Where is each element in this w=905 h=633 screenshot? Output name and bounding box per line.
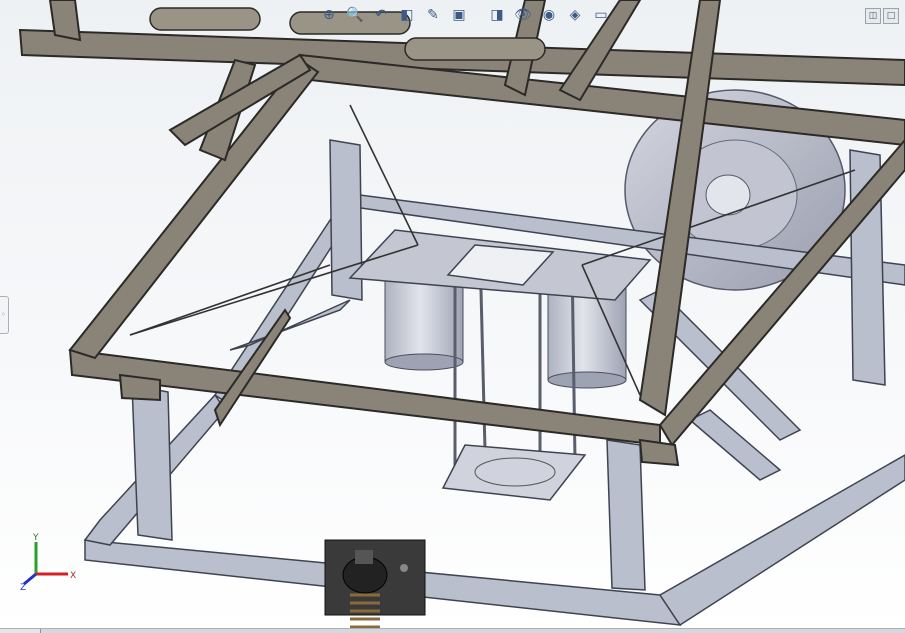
view-orientation-icon: ▣ [452,7,466,23]
triad-y-label: Y [32,533,39,543]
apply-scene-icon: ◈ [569,7,581,23]
hide-show-items-icon: 👁 [514,7,532,23]
triad-x-label: X [70,571,76,581]
view-settings-icon: ▭ [594,7,608,23]
reference-triad: Y X Z [20,533,76,592]
previous-view-button[interactable]: ↶ [370,4,392,26]
hide-show-items-button[interactable]: 👁 [512,4,534,26]
edit-appearance-icon: ◉ [542,7,556,23]
viewport-window-controls: ◫ □ [865,8,899,24]
dynamic-annotation-button[interactable]: ✎ [422,4,444,26]
bottom-plate [441,444,587,501]
graphics-area[interactable]: ⊕ 🔍 ↶ ◧ ✎ ▣ ◨ 👁 ◉ ◈ ▭ ◫ □ ◦ Y X Z [0,0,905,633]
display-style-icon: ◨ [490,7,504,23]
restore-button[interactable]: ◫ [865,8,881,24]
panel-expand-handle[interactable]: ◦ [0,296,9,334]
dynamic-annotation-icon: ✎ [427,7,439,23]
model-tab[interactable] [0,629,41,633]
maximize-button[interactable]: □ [883,8,899,24]
section-view-icon: ◧ [400,7,414,23]
zoom-area-icon: 🔍 [346,7,364,23]
view-settings-button[interactable]: ▭ [590,4,612,26]
3d-model-view[interactable] [0,0,905,633]
clamp-assembly [324,539,426,629]
previous-view-icon: ↶ [375,7,387,23]
handle-glyph: ◦ [1,310,6,319]
triad-z-label: Z [20,583,26,592]
heads-up-view-toolbar: ⊕ 🔍 ↶ ◧ ✎ ▣ ◨ 👁 ◉ ◈ ▭ [318,3,612,27]
display-style-button[interactable]: ◨ [486,4,508,26]
apply-scene-button[interactable]: ◈ [564,4,586,26]
edit-appearance-button[interactable]: ◉ [538,4,560,26]
zoom-to-fit-button[interactable]: ⊕ [318,4,340,26]
status-strip [0,628,905,633]
view-orientation-button[interactable]: ▣ [448,4,470,26]
section-view-button[interactable]: ◧ [396,4,418,26]
zoom-to-fit-icon: ⊕ [323,7,335,23]
zoom-area-button[interactable]: 🔍 [344,4,366,26]
